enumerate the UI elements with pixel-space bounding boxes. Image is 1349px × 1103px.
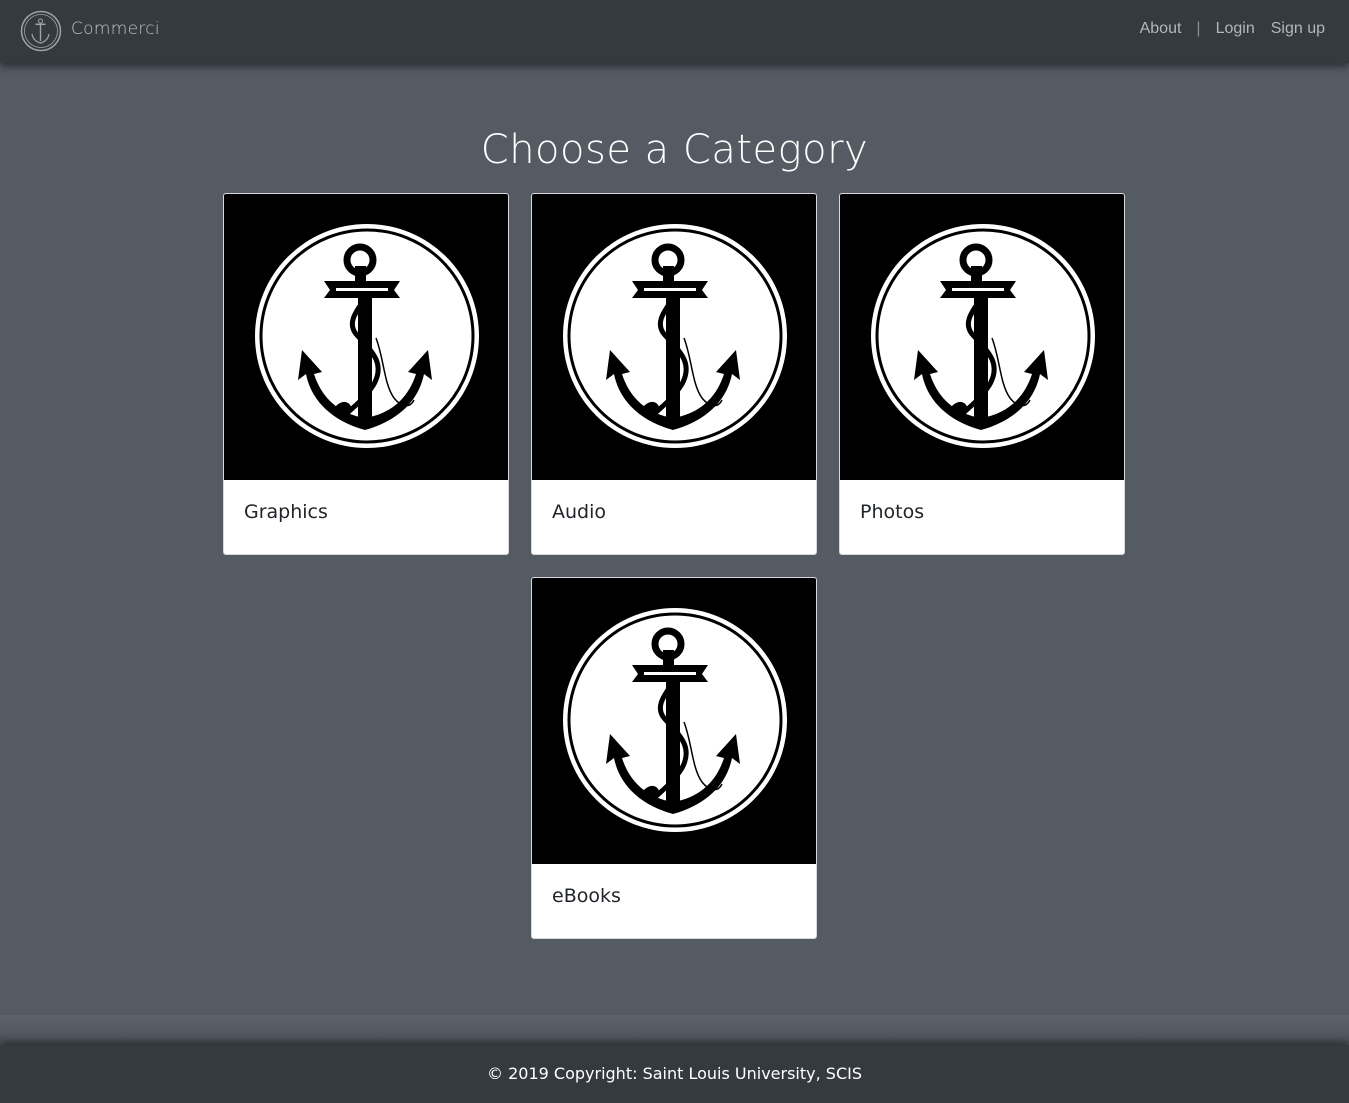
brand-name: Commerci xyxy=(71,19,160,39)
footer-copyright: © 2019 Copyright: Saint Louis University… xyxy=(487,1064,862,1083)
nav-separator: | xyxy=(1196,20,1201,37)
anchor-logo-icon xyxy=(20,10,62,52)
footer-band xyxy=(0,1015,1349,1045)
anchor-icon xyxy=(224,194,509,480)
card-image xyxy=(224,194,509,480)
nav-signup-link[interactable]: Sign up xyxy=(1271,20,1325,38)
category-card-photos[interactable]: Photos xyxy=(839,193,1125,555)
card-title: Audio xyxy=(552,501,607,523)
anchor-icon xyxy=(532,194,817,480)
page-title: Choose a Category xyxy=(480,127,869,173)
card-image xyxy=(532,194,817,480)
footer: © 2019 Copyright: Saint Louis University… xyxy=(0,1045,1349,1103)
card-title: Graphics xyxy=(244,501,328,523)
category-card-graphics[interactable]: Graphics xyxy=(223,193,509,555)
nav-about-link[interactable]: About xyxy=(1140,20,1182,38)
main-content: Choose a Category Graphics Audio Photos … xyxy=(0,63,1349,1015)
card-title: eBooks xyxy=(552,885,621,907)
nav-links: About | Login Sign up xyxy=(1140,20,1325,38)
category-card-ebooks[interactable]: eBooks xyxy=(531,577,817,939)
brand-link[interactable]: Commerci xyxy=(20,10,160,52)
nav-login-link[interactable]: Login xyxy=(1216,20,1255,38)
card-image xyxy=(532,578,817,864)
card-image xyxy=(840,194,1125,480)
navbar: Commerci About | Login Sign up xyxy=(0,0,1349,63)
anchor-icon xyxy=(532,578,817,864)
card-title: Photos xyxy=(860,501,925,523)
anchor-icon xyxy=(840,194,1125,480)
category-card-audio[interactable]: Audio xyxy=(531,193,817,555)
